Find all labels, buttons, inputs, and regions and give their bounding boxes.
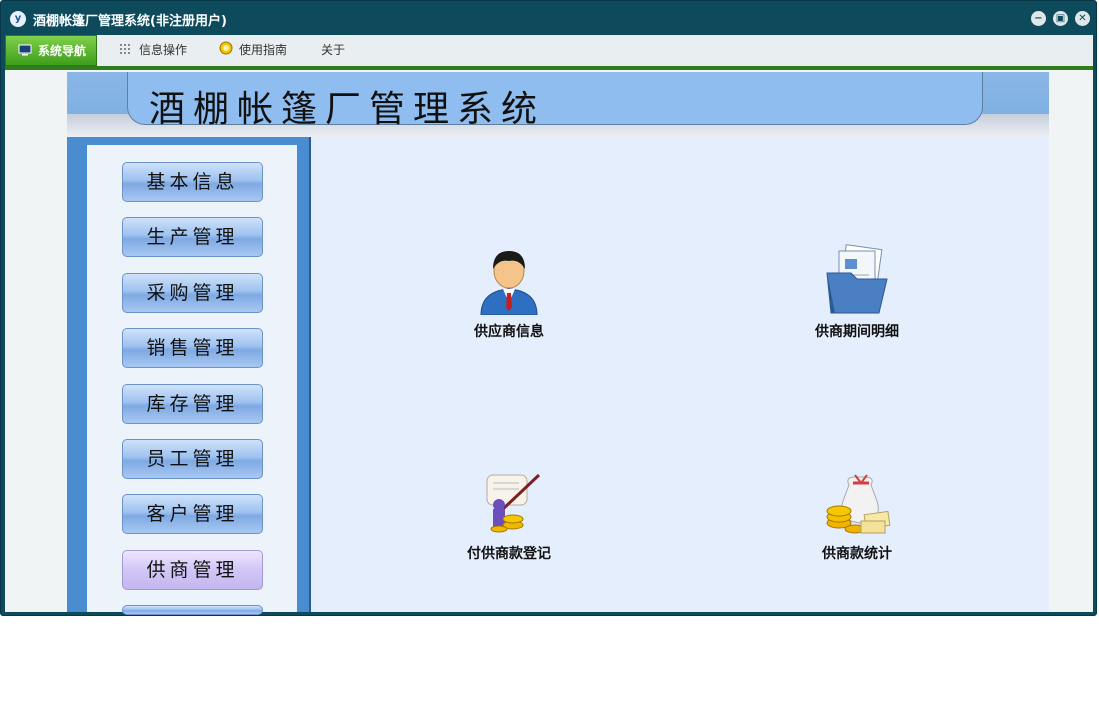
menu-item-guide[interactable]: 使用指南 (219, 35, 287, 66)
sidebar-item-purchasing[interactable]: 采购管理 (122, 273, 263, 313)
documents-folder-icon (821, 243, 893, 315)
main-panel: 供应商信息 供商期间明细 付供商款登记 供商款统计 (309, 137, 1049, 612)
payment-register-icon (473, 465, 545, 537)
menu-item-label: 使用指南 (239, 43, 288, 57)
monitor-icon (18, 37, 32, 56)
sidebar-item-inventory[interactable]: 库存管理 (122, 384, 263, 424)
tile-supplier-payment-stats[interactable]: 供商款统计 (767, 465, 947, 563)
menu-bar: 系统导航 信息操作 使用指南 关于 (5, 35, 1093, 70)
sidebar-item-sales[interactable]: 销售管理 (122, 328, 263, 368)
sun-icon (219, 36, 233, 55)
menu-item-label: 信息操作 (139, 43, 188, 57)
sidebar-item-employees[interactable]: 员工管理 (122, 439, 263, 479)
header-banner: 酒棚帐篷厂管理系统 (67, 72, 1049, 140)
sidebar-item-production[interactable]: 生产管理 (122, 217, 263, 257)
tile-supplier-period-detail[interactable]: 供商期间明细 (767, 243, 947, 341)
tile-supplier-info[interactable]: 供应商信息 (419, 243, 599, 341)
restore-icon[interactable]: ▣ (1053, 11, 1068, 26)
minimize-icon[interactable]: − (1031, 11, 1046, 26)
sidebar-frame: 基本信息 生产管理 采购管理 销售管理 库存管理 员工管理 客户管理 供商管理 (67, 137, 309, 615)
person-icon (473, 243, 545, 316)
menu-item-about[interactable]: 关于 (321, 35, 345, 66)
app-window: y 酒棚帐篷厂管理系统(非注册用户) − ▣ ✕ 系统导航 信息操作 使用指南 … (0, 0, 1097, 616)
sidebar-item-partial[interactable] (122, 605, 263, 615)
close-icon[interactable]: ✕ (1075, 11, 1090, 26)
sidebar: 基本信息 生产管理 采购管理 销售管理 库存管理 员工管理 客户管理 供商管理 (87, 145, 297, 615)
tile-label: 供商期间明细 (815, 324, 899, 340)
tile-label: 付供商款登记 (467, 546, 551, 562)
sidebar-item-suppliers[interactable]: 供商管理 (122, 550, 263, 590)
tile-label: 供应商信息 (474, 324, 544, 340)
window-title: 酒棚帐篷厂管理系统(非注册用户) (33, 14, 227, 29)
client-area: 酒棚帐篷厂管理系统 基本信息 生产管理 采购管理 销售管理 库存管理 员工管理 … (5, 70, 1093, 615)
tile-label: 供商款统计 (822, 546, 892, 562)
menu-item-system-nav[interactable]: 系统导航 (5, 35, 98, 66)
sidebar-item-basic-info[interactable]: 基本信息 (122, 162, 263, 202)
system-title: 酒棚帐篷厂管理系统 (149, 89, 546, 130)
tile-supplier-payment-register[interactable]: 付供商款登记 (419, 465, 599, 563)
menu-item-info-ops[interactable]: 信息操作 (119, 35, 187, 66)
app-logo-icon: y (10, 11, 26, 27)
sidebar-item-customers[interactable]: 客户管理 (122, 494, 263, 534)
title-bar[interactable]: y 酒棚帐篷厂管理系统(非注册用户) − ▣ ✕ (1, 1, 1096, 35)
money-bag-icon (821, 465, 893, 537)
menu-item-label: 系统导航 (38, 44, 87, 58)
grid-icon (119, 36, 133, 54)
menu-item-label: 关于 (321, 43, 346, 57)
